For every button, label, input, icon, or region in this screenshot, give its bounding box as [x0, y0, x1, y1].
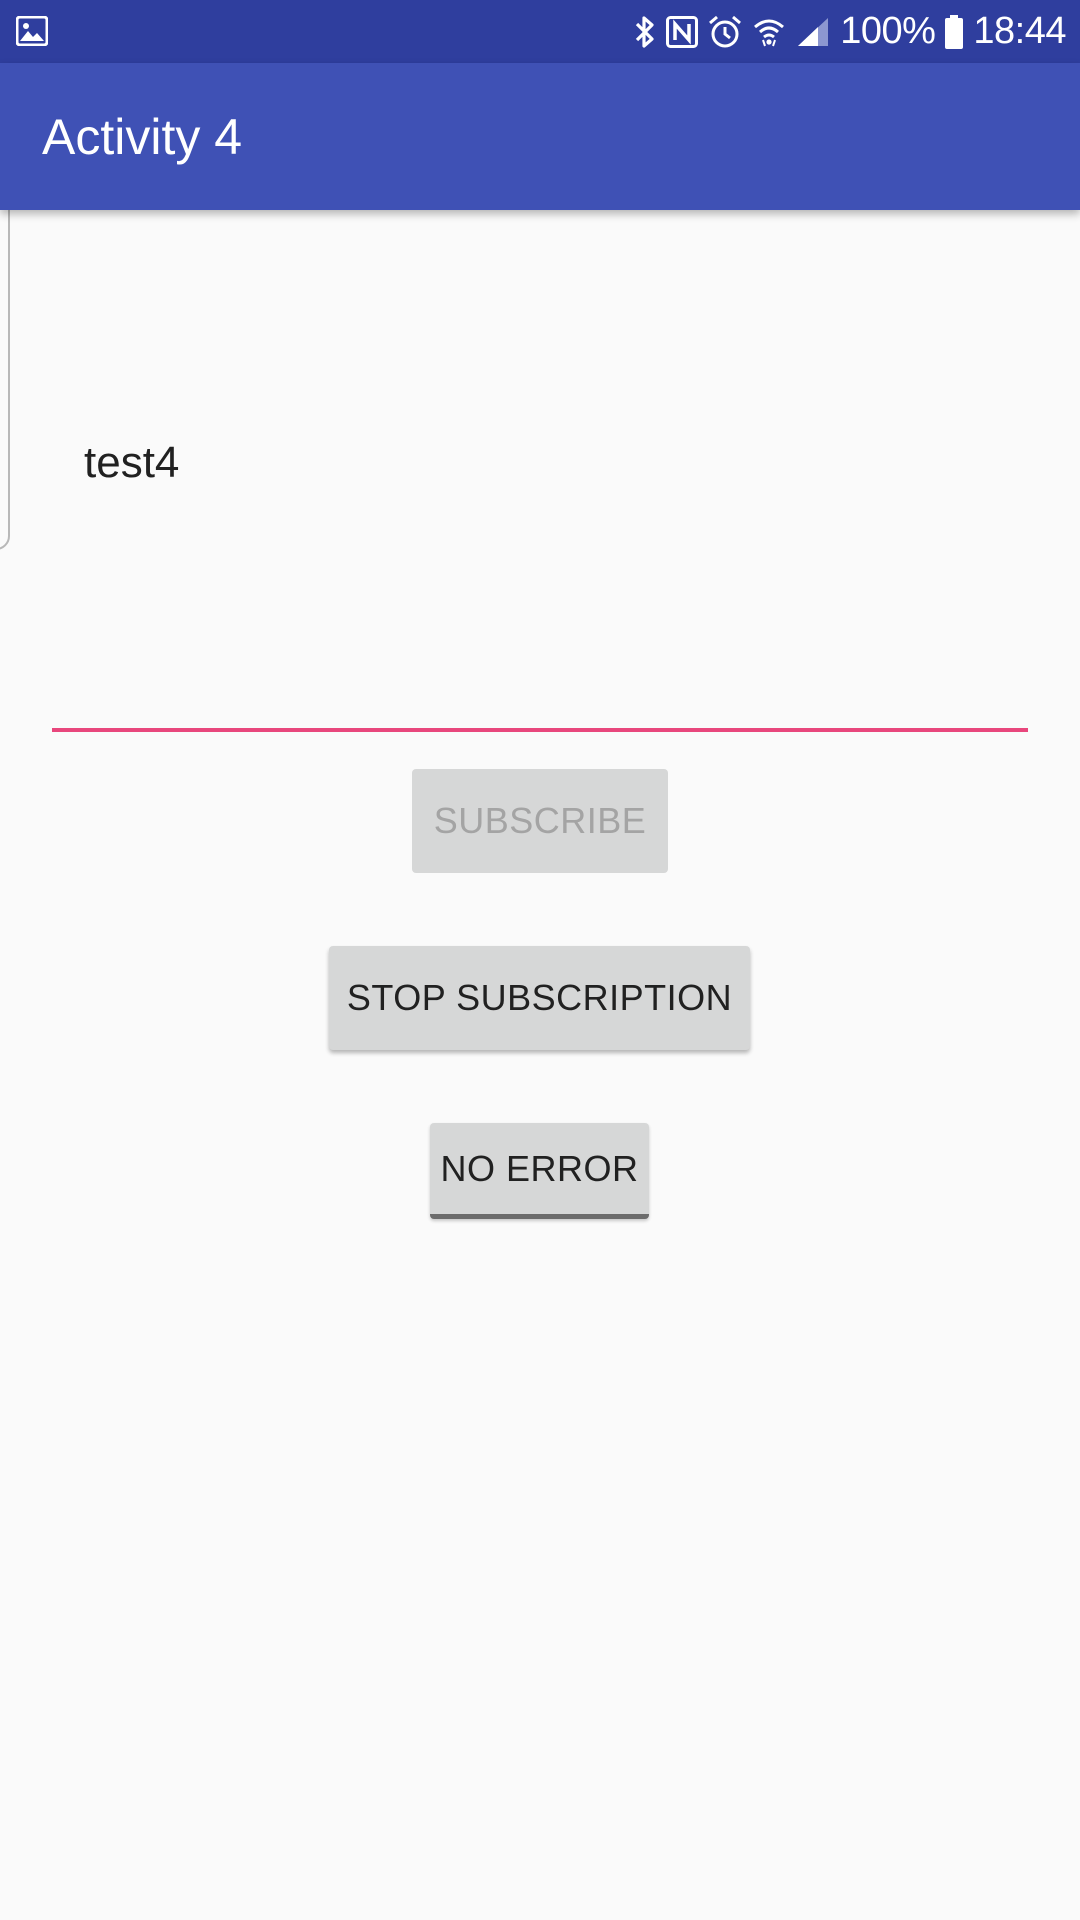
text-input-value: test4	[84, 438, 180, 487]
bluetooth-icon	[636, 15, 654, 48]
app-title: Activity 4	[42, 109, 243, 165]
battery-percent: 100%	[840, 10, 936, 52]
alarm-icon	[709, 15, 742, 47]
text-input[interactable]: test4	[52, 210, 1028, 732]
wifi-icon	[754, 19, 785, 46]
battery-icon	[945, 14, 964, 49]
no-error-button[interactable]: NO ERROR	[430, 1123, 649, 1219]
subscribe-button[interactable]: SUBSCRIBE	[412, 769, 668, 873]
status-bar: 100% 18:44	[0, 0, 1080, 63]
stop-subscription-button[interactable]: STOP SUBSCRIPTION	[329, 946, 750, 1050]
gallery-icon	[16, 16, 48, 46]
edge-panel-handle[interactable]	[0, 190, 10, 550]
nfc-icon	[666, 15, 699, 48]
signal-icon	[798, 17, 829, 46]
status-icons: 100% 18:44	[634, 0, 1066, 63]
app-bar: Activity 4	[0, 63, 1080, 210]
clock: 18:44	[973, 10, 1066, 52]
